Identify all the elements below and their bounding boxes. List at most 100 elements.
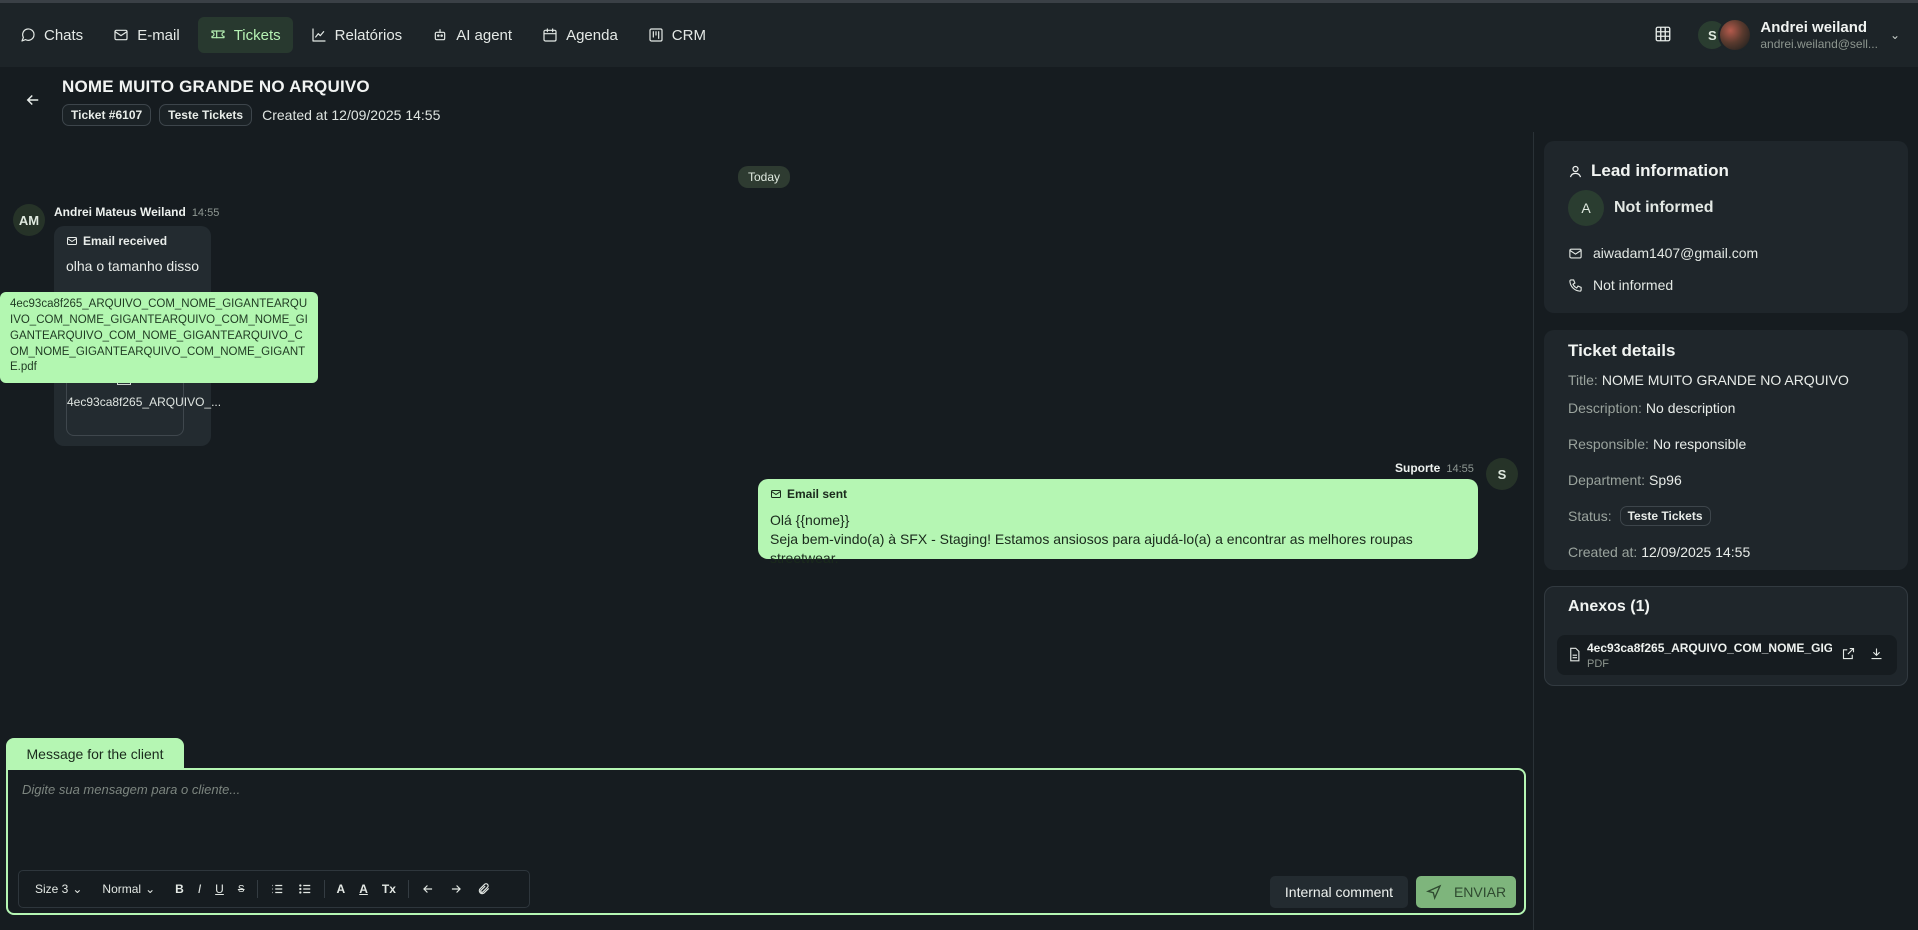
strikethrough-icon[interactable]: S [236,884,247,895]
user-email: andrei.weiland@sell... [1760,36,1878,51]
size-select[interactable]: Size 3 ⌄ [33,882,84,896]
nav-email-label: E-mail [137,26,180,44]
user-name: Andrei weiland [1760,18,1868,36]
details-heading: Ticket details [1568,341,1676,360]
email-received-label: Email received [66,234,167,248]
lead-information-card: Lead information A Not informed aiwadam1… [1544,141,1908,313]
kanban-icon [649,28,663,42]
lead-email[interactable]: aiwadam1407@gmail.com [1593,245,1758,261]
download-icon[interactable] [1869,646,1887,664]
nav-crm-label: CRM [671,26,706,44]
chevron-down-icon[interactable]: ⌄ [1890,28,1900,42]
nav-crm[interactable]: CRM [636,17,718,53]
nav-agenda-label: Agenda [566,26,618,44]
bold-icon[interactable]: B [173,882,186,896]
open-external-icon[interactable] [1841,646,1859,664]
arrow-left-icon [26,94,39,106]
send-icon [1425,884,1442,900]
internal-comment-button[interactable]: Internal comment [1270,876,1408,908]
mail-icon [114,29,128,41]
chevron-down-icon: ⌄ [145,882,156,896]
page-title: NOME MUITO GRANDE NO ARQUIVO [62,77,370,96]
nav-chats[interactable]: Chats [8,17,95,53]
nav-agenda[interactable]: Agenda [530,17,630,53]
paperclip-icon[interactable] [475,882,493,896]
text-color-icon[interactable]: A [335,882,348,896]
send-button-label: ENVIAR [1453,884,1507,900]
calendar-icon [543,28,557,42]
day-separator: Today [738,166,791,188]
detail-title-value: NOME MUITO GRANDE NO ARQUIVO [1601,372,1849,388]
user-photo-avatar [1718,18,1753,52]
toolbar-divider [256,880,258,898]
incoming-avatar: AM [13,204,45,236]
lead-name: Not informed [1614,199,1714,216]
redo-icon[interactable] [447,882,465,896]
lead-avatar: A [1568,190,1604,226]
nav-ai-agent-label: AI agent [456,26,513,44]
mail-icon [1569,248,1582,258]
detail-dept-value: Sp96 [1649,472,1682,488]
attachment-file-name: 4ec93ca8f265_ARQUIVO_COM_NOME_GIGA [1587,641,1832,655]
outgoing-sender-name: Suporte [1395,461,1441,475]
user-icon [1569,165,1582,177]
attachment-tooltip: 4ec93ca8f265_ARQUIVO_COM_NOME_GIGANTEARQ… [0,292,318,383]
back-button[interactable] [24,91,44,111]
user-avatars[interactable]: S [1696,18,1753,52]
clear-format-icon[interactable]: Tx [380,882,398,896]
nav-relatorios[interactable]: Relatórios [299,17,415,53]
top-navbar: Chats E-mail Tickets Relatórios AI agent… [0,3,1918,67]
detail-resp-key: Responsible: [1568,436,1649,452]
chart-line-icon [312,28,326,42]
ticket-number-badge: Ticket #6107 [62,104,152,126]
apps-grid-icon[interactable] [1654,25,1672,46]
message-composer: Size 3⌄ Normal⌄ B I U S A A Tx Internal … [6,768,1526,915]
attachment-file-type: PDF [1587,658,1609,670]
incoming-sender: Andrei Mateus Weiland 14:55 [54,205,219,219]
email-sent-text: Email sent [787,487,848,501]
italic-icon[interactable]: I [196,882,203,896]
underline-icon[interactable]: U [213,882,226,896]
lead-phone-row: Not informed [1568,277,1673,293]
nav-tickets[interactable]: Tickets [197,17,293,53]
ticket-icon [211,30,225,39]
nav-relatorios-label: Relatórios [334,26,403,44]
nav-tickets-label: Tickets [233,26,281,44]
file-icon [1567,647,1583,663]
incoming-time: 14:55 [191,207,220,219]
ticket-status-badge: Teste Tickets [159,104,253,126]
user-info[interactable]: Andrei weiland andrei.weiland@sell... [1760,19,1878,51]
lead-contact: A Not informed [1568,190,1714,226]
attachment-name: 4ec93ca8f265_ARQUIVO_... [67,395,222,409]
email-received-text: Email received [83,234,168,248]
nav-email[interactable]: E-mail [101,17,192,53]
lead-email-row: aiwadam1407@gmail.com [1568,245,1758,261]
chat-bubble-icon [21,28,35,42]
ordered-list-icon[interactable] [268,882,286,896]
ticket-created-text: Created at 12/09/2025 14:55 [262,107,441,123]
size-select-value: Size 3 [35,882,69,896]
detail-created-key: Created at: [1568,544,1638,560]
lead-phone: Not informed [1593,277,1674,293]
toolbar-divider [323,880,325,898]
detail-dept-key: Department: [1568,472,1646,488]
detail-title: Title: NOME MUITO GRANDE NO ARQUIVO [1568,372,1849,388]
highlight-color-icon[interactable]: A [357,882,370,896]
send-button[interactable]: ENVIAR [1416,876,1516,908]
detail-created: Created at: 12/09/2025 14:55 [1568,544,1750,560]
outgoing-message-bubble: Email sent Olá {{nome}} Seja bem-vindo(a… [758,479,1478,566]
format-select[interactable]: Normal ⌄ [100,882,157,896]
outgoing-line-2: Seja bem-vindo(a) à SFX - Staging! Estam… [770,530,1413,566]
lead-heading-text: Lead information [1591,161,1729,180]
detail-desc-key: Description: [1568,400,1642,416]
outgoing-time: 14:55 [1446,463,1474,475]
undo-icon[interactable] [419,882,437,896]
nav-ai-agent[interactable]: AI agent [420,17,524,53]
message-input[interactable] [22,782,1502,842]
detail-resp-value: No responsible [1652,436,1747,452]
format-select-value: Normal [102,882,142,896]
detail-created-value: 12/09/2025 14:55 [1641,544,1751,560]
bullet-list-icon[interactable] [296,882,314,896]
tab-message-for-client[interactable]: Message for the client [6,738,184,770]
attachment-row[interactable]: 4ec93ca8f265_ARQUIVO_COM_NOME_GIGA PDF [1557,635,1897,675]
